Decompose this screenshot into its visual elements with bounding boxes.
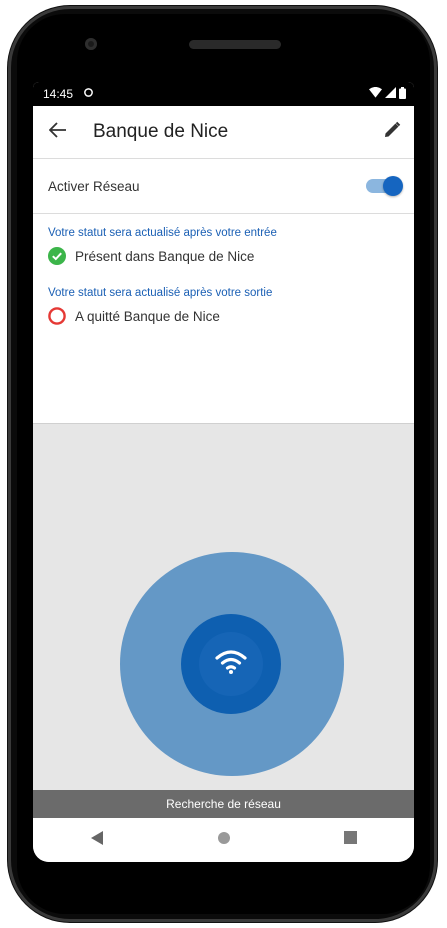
exit-status-caption: Votre statut sera actualisé après votre …: [48, 287, 273, 299]
status-time: 14:45: [43, 87, 74, 101]
nav-home-button[interactable]: [204, 825, 244, 855]
battery-icon: [399, 86, 406, 102]
wifi-icon: [369, 86, 382, 101]
exit-status-line: A quitté Banque de Nice: [48, 307, 408, 325]
entry-status-line: Présent dans Banque de Nice: [48, 247, 408, 265]
search-status-text: Recherche de réseau: [166, 797, 281, 811]
pencil-icon: [383, 121, 401, 144]
entry-status-caption: Votre statut sera actualisé après votre …: [48, 227, 277, 239]
page-title: Banque de Nice: [93, 121, 229, 142]
front-camera: [85, 38, 97, 50]
search-status-bar: Recherche de réseau: [33, 790, 414, 818]
network-toggle-label: Activer Réseau: [48, 178, 140, 194]
status-bar: 14:45: [33, 82, 414, 106]
arrow-back-icon: [48, 121, 67, 143]
toggle-thumb: [383, 176, 403, 196]
edit-button[interactable]: [370, 121, 414, 144]
nav-recents-icon: [344, 831, 357, 849]
sync-icon: [83, 87, 94, 101]
app-bar: Banque de Nice: [33, 106, 414, 158]
earpiece-speaker: [189, 40, 281, 49]
network-toggle-switch[interactable]: [366, 176, 403, 196]
status-panel: Activer Réseau Votre statut sera actuali…: [33, 159, 414, 424]
scan-core: [199, 632, 263, 696]
app-screen: 14:45 Banque de Nice Activer Réseau Votr…: [33, 82, 414, 862]
empty-circle-icon: [48, 307, 66, 325]
wifi-icon: [214, 649, 248, 680]
entry-status-text: Présent dans Banque de Nice: [75, 248, 255, 264]
check-circle-icon: [48, 247, 66, 265]
exit-status: Votre statut sera actualisé après votre …: [48, 287, 408, 325]
exit-status-text: A quitté Banque de Nice: [75, 308, 220, 324]
signal-icon: [385, 87, 396, 101]
nav-back-button[interactable]: [77, 825, 117, 855]
nav-recents-button[interactable]: [331, 825, 371, 855]
system-nav-bar: [33, 818, 414, 862]
nav-back-icon: [90, 830, 103, 850]
scanner-area: [33, 424, 414, 790]
nav-home-icon: [217, 831, 231, 850]
entry-status: Votre statut sera actualisé après votre …: [48, 227, 408, 265]
back-button[interactable]: [33, 121, 83, 143]
network-toggle-row: Activer Réseau: [33, 159, 414, 213]
toggle-divider: [33, 213, 414, 214]
scan-center-circle: [181, 614, 281, 714]
